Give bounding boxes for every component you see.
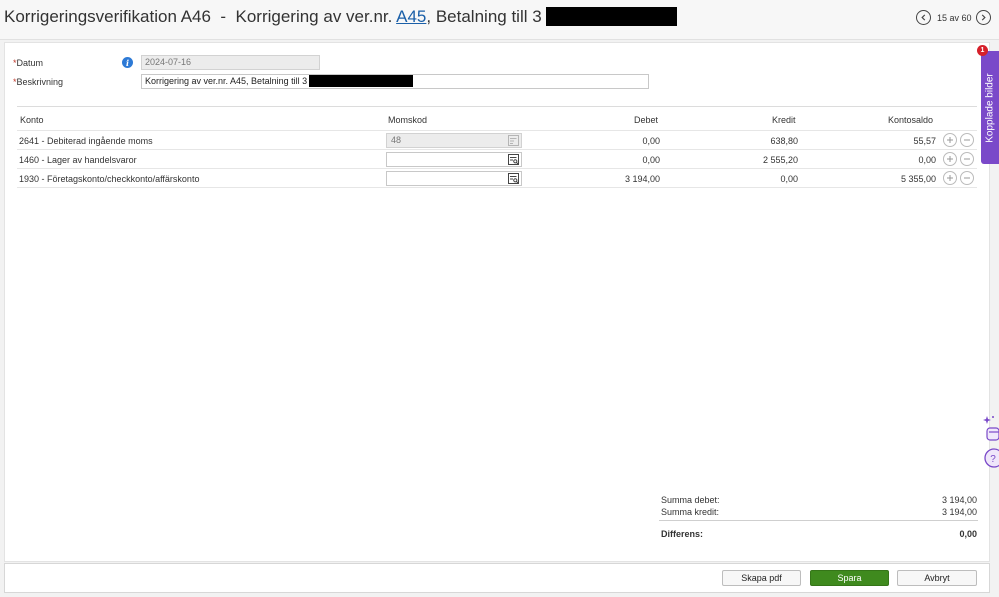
minus-icon xyxy=(964,139,970,141)
page-title: Korrigeringsverifikation A46 - Korrigeri… xyxy=(4,6,677,27)
add-row-button[interactable] xyxy=(943,133,957,147)
linked-images-tab[interactable]: Kopplade bilder xyxy=(981,51,999,164)
kredit-cell: 638,80 xyxy=(770,136,798,146)
datum-label: *Datum xyxy=(13,58,44,68)
summa-debet-label: Summa debet: xyxy=(661,495,720,505)
konto-cell: 1930 - Företagskonto/checkkonto/affärsko… xyxy=(19,174,200,184)
kontosaldo-cell: 55,57 xyxy=(913,136,936,146)
remove-row-button[interactable] xyxy=(960,133,974,147)
differens-label: Differens: xyxy=(661,529,704,539)
summa-kredit-label: Summa kredit: xyxy=(661,507,720,517)
lookup-list-icon xyxy=(508,135,519,146)
debet-cell: 0,00 xyxy=(642,136,660,146)
svg-text:?: ? xyxy=(990,454,996,465)
summa-debet-value: 3 194,00 xyxy=(941,495,977,505)
beskrivning-value: Korrigering av ver.nr. A45, Betalning ti… xyxy=(145,76,308,86)
table-row: 1460 - Lager av handelsvaror 0,00 2 555,… xyxy=(17,149,977,168)
column-header-kredit: Kredit xyxy=(772,115,796,125)
konto-cell: 1460 - Lager av handelsvaror xyxy=(19,155,137,165)
kredit-cell: 0,00 xyxy=(780,174,798,184)
column-header-momskod: Momskod xyxy=(388,115,428,125)
remove-row-button[interactable] xyxy=(960,152,974,166)
plus-icon xyxy=(947,175,953,181)
kontosaldo-cell: 5 355,00 xyxy=(900,174,936,184)
lookup-list-icon[interactable] xyxy=(508,154,519,165)
minus-icon xyxy=(964,158,970,160)
momskod-field[interactable] xyxy=(386,171,522,186)
linked-images-label: Kopplade bilder xyxy=(984,72,996,143)
save-button[interactable]: Spara xyxy=(810,570,889,586)
redacted-block xyxy=(545,6,677,26)
momskod-field[interactable] xyxy=(386,152,522,167)
kontosaldo-cell: 0,00 xyxy=(918,155,936,165)
summary-divider xyxy=(659,520,978,521)
kredit-cell: 2 555,20 xyxy=(762,155,798,165)
table-row: 1930 - Företagskonto/checkkonto/affärsko… xyxy=(17,168,977,187)
column-header-konto: Konto xyxy=(20,115,44,125)
add-row-button[interactable] xyxy=(943,171,957,185)
datum-field: 2024-07-16 xyxy=(141,55,320,70)
table-row: 2641 - Debiterad ingående moms 48 0,00 6… xyxy=(17,130,977,149)
add-row-button[interactable] xyxy=(943,152,957,166)
help-assistant-icon[interactable]: ? xyxy=(981,414,999,470)
create-pdf-button[interactable]: Skapa pdf xyxy=(722,570,801,586)
redacted-block xyxy=(309,75,414,88)
momskod-field: 48 xyxy=(386,133,522,148)
konto-cell: 2641 - Debiterad ingående moms xyxy=(19,136,153,146)
table-top-border xyxy=(17,106,977,107)
page-header: Korrigeringsverifikation A46 - Korrigeri… xyxy=(0,0,999,40)
title-suffix: , Betalning till 3 xyxy=(426,7,542,26)
info-icon[interactable]: i xyxy=(122,57,133,68)
column-header-debet: Debet xyxy=(634,115,659,125)
differens-value: 0,00 xyxy=(959,529,977,539)
chevron-right-icon xyxy=(981,14,986,21)
debet-cell: 0,00 xyxy=(642,155,660,165)
remove-row-button[interactable] xyxy=(960,171,974,185)
summa-kredit-value: 3 194,00 xyxy=(941,507,977,517)
column-header-kontosaldo: Kontosaldo xyxy=(888,115,934,125)
beskrivning-field[interactable]: Korrigering av ver.nr. A45, Betalning ti… xyxy=(141,74,649,89)
previous-button[interactable] xyxy=(916,10,931,25)
beskrivning-label: *Beskrivning xyxy=(13,77,64,87)
title-prefix: Korrigeringsverifikation A46 - Korrigeri… xyxy=(4,7,397,26)
record-counter: 15 av 60 xyxy=(937,13,972,23)
cancel-button[interactable]: Avbryt xyxy=(897,570,977,586)
plus-icon xyxy=(947,156,953,162)
chevron-left-icon xyxy=(921,14,926,21)
title-verification-link[interactable]: A45 xyxy=(396,7,426,26)
minus-icon xyxy=(964,177,970,179)
debet-cell: 3 194,00 xyxy=(624,174,660,184)
table-bottom-border xyxy=(17,187,977,188)
next-button[interactable] xyxy=(976,10,991,25)
plus-icon xyxy=(947,137,953,143)
lookup-list-icon[interactable] xyxy=(508,173,519,184)
main-panel xyxy=(4,42,990,562)
momskod-value: 48 xyxy=(391,135,402,145)
linked-images-badge: 1 xyxy=(977,45,988,56)
